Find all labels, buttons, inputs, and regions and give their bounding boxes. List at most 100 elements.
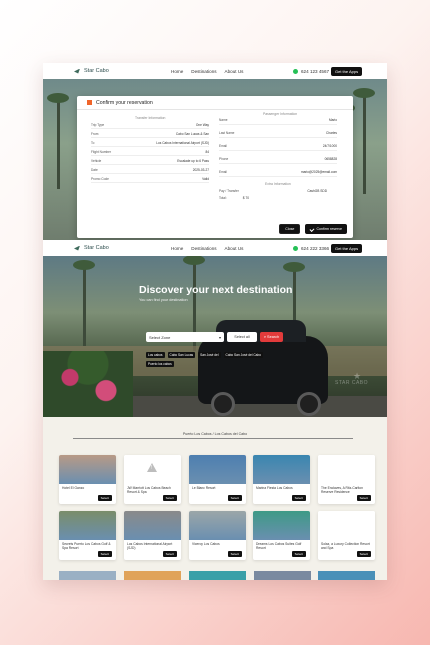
- row-value: One Way: [195, 123, 209, 127]
- transfer-row: Date 2025-03-27: [91, 168, 209, 172]
- transfer-row: To Los Cabos International Airport (SJD): [91, 141, 209, 145]
- brand-name: Star Cabo: [84, 68, 109, 74]
- nav-destinations[interactable]: Destinations: [191, 69, 216, 74]
- total-value: $ 70: [242, 196, 249, 200]
- flower-bush: [43, 351, 133, 417]
- hotel-card[interactable]: JW Marriott Los Cabos Beach Resort & Spa…: [124, 455, 181, 504]
- select-all-button[interactable]: Select all: [227, 332, 257, 342]
- row-label: Date: [91, 168, 98, 172]
- logo-icon: [74, 245, 80, 251]
- search-button[interactable]: ⌕ Search: [260, 332, 283, 342]
- hotel-card[interactable]: Los Cabos International Airport (SJD) Sel…: [124, 511, 181, 560]
- select-button[interactable]: Select: [227, 495, 242, 501]
- transfer-row: From Cabo San Lucas & San: [91, 132, 209, 136]
- hotel-image: [253, 455, 310, 484]
- select-button[interactable]: Select: [162, 495, 177, 501]
- hotel-image: [59, 511, 116, 540]
- select-button[interactable]: Select: [356, 551, 371, 557]
- row-value: 84: [205, 150, 209, 154]
- payment-label: Pay / Transfer: [219, 189, 239, 193]
- select-button[interactable]: Select: [227, 551, 242, 557]
- palm-tree: [73, 260, 95, 346]
- row-divider: [219, 150, 337, 151]
- row-label: Vehicle: [91, 159, 102, 163]
- transfer-row: Flight Number 84: [91, 150, 209, 154]
- hotel-image: [189, 511, 246, 540]
- hero-banner: ★ STAR CABO Discover your next destinati…: [43, 256, 387, 417]
- confirm-reserve-button[interactable]: Confirm reserve: [305, 224, 347, 234]
- section-divider: [73, 438, 353, 439]
- row-divider: [91, 155, 209, 156]
- zone-select[interactable]: Select Zone ▾: [146, 332, 224, 342]
- hero-title: Discover your next destination: [139, 284, 293, 296]
- zone-select-value: Select Zone: [149, 334, 171, 340]
- zone-chip[interactable]: Los cabos: [146, 352, 165, 358]
- hotel-card[interactable]: Dreams Los Cabos Suites Golf Resort Selec…: [253, 511, 310, 560]
- passenger-row: Phone 0658828: [219, 157, 337, 161]
- nav-about[interactable]: About Us: [225, 246, 244, 251]
- check-icon: [309, 226, 315, 232]
- brand-logo[interactable]: Star Cabo: [74, 68, 109, 74]
- hotel-card[interactable]: Le Blanc Resort Select: [189, 455, 246, 504]
- hotel-card[interactable]: Solaz, a Luxury Collection Resort and Sp…: [318, 511, 375, 560]
- search-icon: ⌕: [263, 335, 267, 339]
- hotel-image: [253, 511, 310, 540]
- hotel-name: Los Cabos International Airport (SJD): [127, 542, 173, 551]
- nav-destinations[interactable]: Destinations: [191, 246, 216, 251]
- hotel-name: Viceroy Los Cabos: [192, 542, 220, 546]
- reservation-screen: Star Cabo Home Destinations About Us 624…: [43, 63, 387, 240]
- get-apps-button[interactable]: Get the Apps: [331, 66, 363, 76]
- row-label: From: [91, 132, 99, 136]
- zone-chip[interactable]: Puerto los cabos: [146, 361, 174, 367]
- phone-contact[interactable]: 624 123 4567: [293, 68, 330, 74]
- hotel-card[interactable]: Marina Fiesta Los Cabos Select: [253, 455, 310, 504]
- zone-chip[interactable]: San José del: [198, 352, 221, 358]
- phone-number: 624 123 4567: [301, 68, 330, 74]
- row-label: Name: [219, 118, 228, 122]
- brand-logo[interactable]: Star Cabo: [74, 245, 109, 251]
- calendar-icon: [87, 100, 92, 105]
- hotel-name: JW Marriott Los Cabos Beach Resort & Spa: [127, 486, 171, 495]
- palm-tree: [353, 88, 375, 194]
- hotel-card[interactable]: The Enclaves, A Ritz-Carlton Reserve Res…: [318, 455, 375, 504]
- zone-chips: Los cabos Cabo San Lucas San José del Ca…: [146, 352, 266, 367]
- wheel: [211, 392, 235, 416]
- row-value: mario@2025@email.com: [300, 170, 337, 174]
- row-label: Email: [219, 170, 227, 174]
- zone-chip[interactable]: Cabo San José del Cabo: [223, 352, 263, 358]
- wheel: [297, 392, 321, 416]
- section-title: Puerto Los Cabos / Los Cabos del Cabo: [182, 432, 248, 436]
- whatsapp-icon: [293, 68, 298, 74]
- row-label: To: [91, 141, 95, 145]
- transfer-info-title: Transfer Information: [135, 116, 166, 120]
- select-button[interactable]: Select: [97, 495, 112, 501]
- hotel-name: Marina Fiesta Los Cabos: [256, 486, 293, 490]
- close-button[interactable]: Close: [279, 224, 301, 234]
- row-label: Last Name: [219, 131, 235, 135]
- transfer-row: Vehicle Escalade up to 6 Pass: [91, 159, 209, 163]
- chevron-down-icon: ▾: [218, 334, 221, 340]
- hotel-card[interactable]: Viceroy Los Cabos Select: [189, 511, 246, 560]
- extra-info-title: Extra Information: [265, 182, 291, 186]
- select-button[interactable]: Select: [291, 551, 306, 557]
- row-value: Mario: [329, 118, 337, 122]
- phone-contact[interactable]: 624 222 3366: [293, 245, 329, 251]
- select-button[interactable]: Select: [97, 551, 112, 557]
- select-button[interactable]: Select: [162, 551, 177, 557]
- warning-icon: [147, 463, 157, 472]
- hotel-card[interactable]: Hotel El Ganzo Select: [59, 455, 116, 504]
- hotel-card[interactable]: Secrets Puerto Los Cabos Golf & Spa Reso…: [59, 511, 116, 560]
- row-value: 2025-03-27: [192, 168, 209, 172]
- hotel-name: Dreams Los Cabos Suites Golf Resort: [256, 542, 302, 551]
- select-button[interactable]: Select: [291, 495, 306, 501]
- select-button[interactable]: Select: [356, 495, 371, 501]
- row-value: Cabo San Lucas & San: [175, 132, 209, 136]
- get-apps-button[interactable]: Get the Apps: [331, 243, 363, 253]
- modal-header: Confirm your reservation: [77, 96, 353, 110]
- row-divider: [91, 182, 209, 183]
- nav-home[interactable]: Home: [171, 69, 183, 74]
- row-divider: [91, 137, 209, 138]
- nav-home[interactable]: Home: [171, 246, 183, 251]
- nav-about[interactable]: About Us: [225, 69, 244, 74]
- zone-chip[interactable]: Cabo San Lucas: [167, 352, 196, 358]
